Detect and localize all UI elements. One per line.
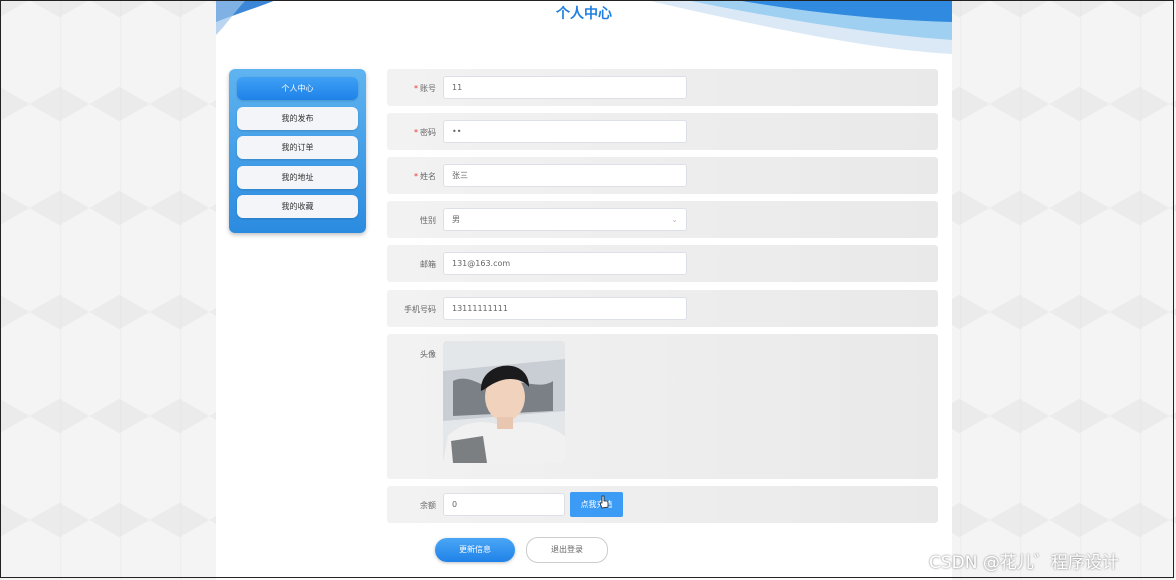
sidebar-item-my-address[interactable]: 我的地址 [237,166,358,189]
csdn-watermark: CSDN @花儿゛程序设计 [929,553,1119,573]
sidebar-item-my-posts[interactable]: 我的发布 [237,107,358,130]
name-input[interactable]: 张三 [443,164,687,187]
update-info-button[interactable]: 更新信息 [435,538,515,562]
required-mark: * [414,84,418,93]
required-mark: * [414,172,418,181]
avatar-label: 头像 [420,350,436,359]
sidebar-menu: 个人中心 我的发布 我的订单 我的地址 我的收藏 [229,69,366,233]
gender-select-value: 男 [452,215,460,224]
form-row-avatar: 头像 [387,334,938,479]
balance-input[interactable]: 0 [443,493,565,516]
account-label-text: 账号 [420,84,436,93]
password-input[interactable]: •• [443,120,687,143]
hand-cursor-icon [599,495,609,509]
gender-select[interactable]: 男 ⌄ [443,208,687,231]
form-row-account: * 账号 11 [387,69,938,106]
account-input[interactable]: 11 [443,76,687,99]
form-row-password: * 密码 •• [387,113,938,150]
chevron-down-icon: ⌄ [671,215,678,224]
recharge-button[interactable]: 点我充值 [570,492,623,517]
form-row-name: * 姓名 张三 [387,157,938,194]
form-row-phone: 手机号码 13111111111 [387,290,938,327]
form-row-gender: 性别 男 ⌄ [387,201,938,238]
sidebar-item-profile[interactable]: 个人中心 [237,77,358,100]
required-mark: * [414,128,418,137]
gender-label: 性别 [420,216,436,225]
form-row-email: 邮箱 131@163.com [387,245,938,282]
main-page: 个人中心 个人中心 我的发布 我的订单 我的地址 我的收藏 * 账号 11 * 密码… [216,0,952,580]
balance-label: 余额 [420,501,436,510]
avatar-image[interactable] [443,341,565,463]
email-input[interactable]: 131@163.com [443,252,687,275]
name-label: * 姓名 [414,171,436,182]
password-label-text: 密码 [420,128,436,137]
phone-input[interactable]: 13111111111 [443,297,687,320]
password-label: * 密码 [414,127,436,138]
sidebar-item-my-orders[interactable]: 我的订单 [237,136,358,159]
name-label-text: 姓名 [420,172,436,181]
email-label: 邮箱 [420,260,436,269]
phone-label: 手机号码 [404,305,436,314]
form-row-balance: 余额 0 点我充值 [387,486,938,523]
logout-button[interactable]: 退出登录 [526,537,608,563]
account-label: * 账号 [414,83,436,94]
page-title: 个人中心 [556,6,612,22]
sidebar-item-my-favorites[interactable]: 我的收藏 [237,195,358,218]
avatar-photo [443,341,565,463]
